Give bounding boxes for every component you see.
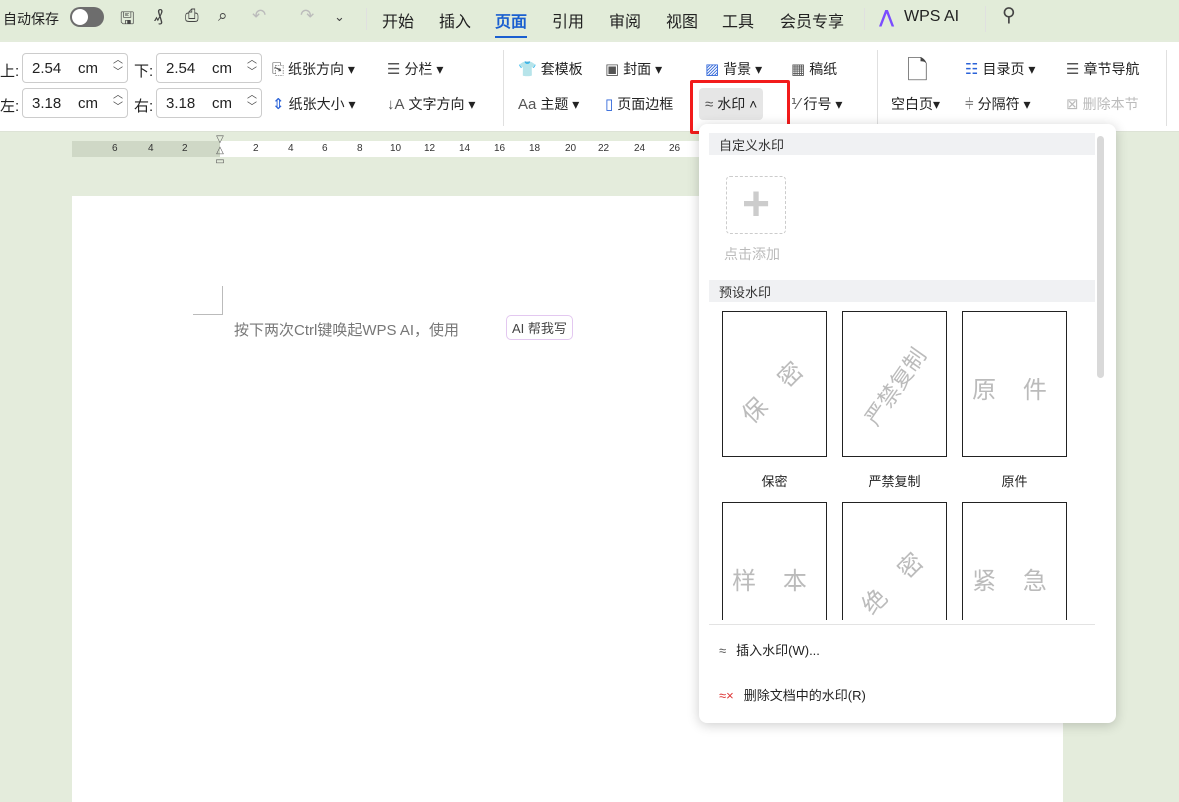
- format-painter-icon[interactable]: ₰: [154, 6, 163, 26]
- separator-icon: ⫩: [965, 96, 974, 113]
- theme-button[interactable]: Aa 主题 ▾: [518, 94, 579, 114]
- preset-watermark-header: 预设水印: [709, 280, 1095, 302]
- blank-page-button[interactable]: 空白页▾: [891, 94, 940, 114]
- more-chevron-icon[interactable]: ⌄: [334, 9, 345, 25]
- left-margin-field[interactable]: 3.18 cm ︿ ﹀: [22, 88, 128, 118]
- tab-view[interactable]: 视图: [666, 8, 698, 32]
- preset-watermark-thumb[interactable]: 原 件: [962, 311, 1067, 457]
- bottom-margin-field[interactable]: 2.54 cm ︿ ﹀: [156, 53, 262, 83]
- paper-size-icon: ⇕: [272, 96, 285, 113]
- margin-corner-mark: [193, 286, 223, 315]
- wps-ai-logo-icon: ⋀: [879, 7, 895, 27]
- tab-insert[interactable]: 插入: [439, 8, 471, 32]
- chapter-nav-button[interactable]: ☰ 章节导航: [1066, 59, 1139, 79]
- autosave-label: 自动保存: [3, 11, 59, 27]
- blank-page-icon: 🗋: [907, 55, 928, 85]
- preset-name: 保密: [761, 474, 788, 489]
- cover-button[interactable]: ▣ 封面 ▾: [605, 59, 662, 79]
- search-icon[interactable]: ⚲: [1002, 4, 1016, 27]
- preset-name: 严禁复制: [868, 474, 921, 489]
- title-bar: 自动保存 🖫 ₰ ⎙ ⌕ ↶ ↷ ⌄ 开始 插入 页面 引用 审阅 视图 工具 …: [0, 0, 1179, 40]
- columns-icon: ☰: [387, 61, 401, 78]
- manuscript-icon: ▦: [791, 61, 806, 78]
- text-direction-button[interactable]: ↓A 文字方向 ▾: [387, 94, 475, 114]
- columns-button[interactable]: ☰ 分栏 ▾: [387, 59, 443, 79]
- template-button[interactable]: 👕 套模板: [518, 59, 583, 79]
- chapter-nav-icon: ☰: [1066, 61, 1080, 78]
- orientation-button[interactable]: ⎘ 纸张方向 ▾: [272, 59, 355, 79]
- line-number-icon: ⅟: [791, 96, 800, 113]
- preset-watermark-thumb[interactable]: 严禁复制: [842, 311, 947, 457]
- right-margin-field[interactable]: 3.18 cm ︿ ﹀: [156, 88, 262, 118]
- left-margin-label: 左:: [0, 98, 20, 115]
- theme-icon: Aa: [518, 96, 537, 113]
- tab-member[interactable]: 会员专享: [780, 8, 844, 32]
- delete-section-icon: ⊠: [1066, 96, 1079, 113]
- preset-watermark-thumb[interactable]: 保 密: [722, 311, 827, 457]
- watermark-icon: ≈: [719, 643, 727, 658]
- preset-watermark-thumb[interactable]: 紧 急: [962, 502, 1067, 620]
- save-icon[interactable]: 🖫: [120, 6, 134, 35]
- background-icon: ▨: [705, 61, 720, 78]
- ai-write-button[interactable]: AI 帮我写: [506, 315, 573, 340]
- template-icon: 👕: [518, 61, 537, 78]
- add-watermark-label: 点击添加: [724, 246, 780, 262]
- manuscript-button[interactable]: ▦ 稿纸: [791, 59, 837, 79]
- orientation-icon: ⎘: [272, 61, 285, 78]
- ribbon: 上: 2.54 cm ︿ ﹀ 下: 2.54 cm ︿ ﹀ 左: 3.18 cm ︿ ﹀ 右: 3…: [0, 42, 1179, 132]
- scrollbar[interactable]: [1097, 136, 1104, 378]
- tab-page[interactable]: 页面: [495, 8, 528, 38]
- bottom-margin-label: 下:: [134, 63, 154, 80]
- delete-watermark-icon: ≈×: [719, 688, 734, 703]
- top-margin-label: 上:: [0, 63, 20, 80]
- paper-size-button[interactable]: ⇕ 纸张大小 ▾: [272, 94, 356, 114]
- toc-page-button[interactable]: ☷ 目录页 ▾: [965, 59, 1035, 79]
- tab-reference[interactable]: 引用: [552, 8, 584, 32]
- tab-tools[interactable]: 工具: [722, 8, 754, 32]
- right-margin-label: 右:: [134, 98, 154, 115]
- page-border-button[interactable]: ▯ 页面边框: [605, 94, 673, 114]
- delete-watermark-item[interactable]: ≈× 删除文档中的水印(R): [719, 685, 866, 704]
- preset-name: 原件: [1001, 474, 1028, 489]
- insert-watermark-item[interactable]: ≈ 插入水印(W)...: [719, 640, 820, 659]
- tab-review[interactable]: 审阅: [609, 8, 641, 32]
- page-border-icon: ▯: [605, 96, 614, 113]
- add-watermark-button[interactable]: +: [726, 176, 786, 234]
- line-number-button[interactable]: ⅟ 行号 ▾: [791, 94, 842, 114]
- cover-icon: ▣: [605, 61, 620, 78]
- toc-icon: ☷: [965, 61, 979, 78]
- top-margin-field[interactable]: 2.54 cm ︿ ﹀: [22, 53, 128, 83]
- watermark-dropdown: 自定义水印 + 点击添加 预设水印 保 密 严禁复制 原 件 保密 严禁复制 原…: [699, 124, 1116, 723]
- custom-watermark-header: 自定义水印: [709, 133, 1095, 155]
- preset-watermark-thumb[interactable]: 样 本: [722, 502, 827, 620]
- preset-watermark-thumb[interactable]: 绝 密: [842, 502, 947, 620]
- background-button[interactable]: ▨ 背景 ▾: [705, 59, 762, 79]
- print-preview-icon[interactable]: ⌕: [218, 6, 228, 26]
- tab-start[interactable]: 开始: [382, 8, 414, 32]
- indent-marker[interactable]: ▽ △ ▭: [214, 134, 226, 168]
- horizontal-ruler[interactable]: 642 2 4 6 8 10 12 14 16 18 20 22 24 26: [72, 141, 702, 157]
- redo-icon[interactable]: ↷: [300, 6, 314, 26]
- autosave-toggle[interactable]: [70, 7, 104, 27]
- ai-hint-text: 按下两次Ctrl键唤起WPS AI，使用: [234, 322, 460, 339]
- text-direction-icon: ↓A: [387, 96, 405, 113]
- print-icon[interactable]: ⎙: [185, 6, 199, 26]
- undo-icon[interactable]: ↶: [252, 6, 266, 26]
- delete-section-button[interactable]: ⊠ 删除本节: [1066, 94, 1139, 114]
- tab-wps-ai[interactable]: WPS AI: [904, 8, 959, 26]
- separator-button[interactable]: ⫩ 分隔符 ▾: [965, 94, 1031, 114]
